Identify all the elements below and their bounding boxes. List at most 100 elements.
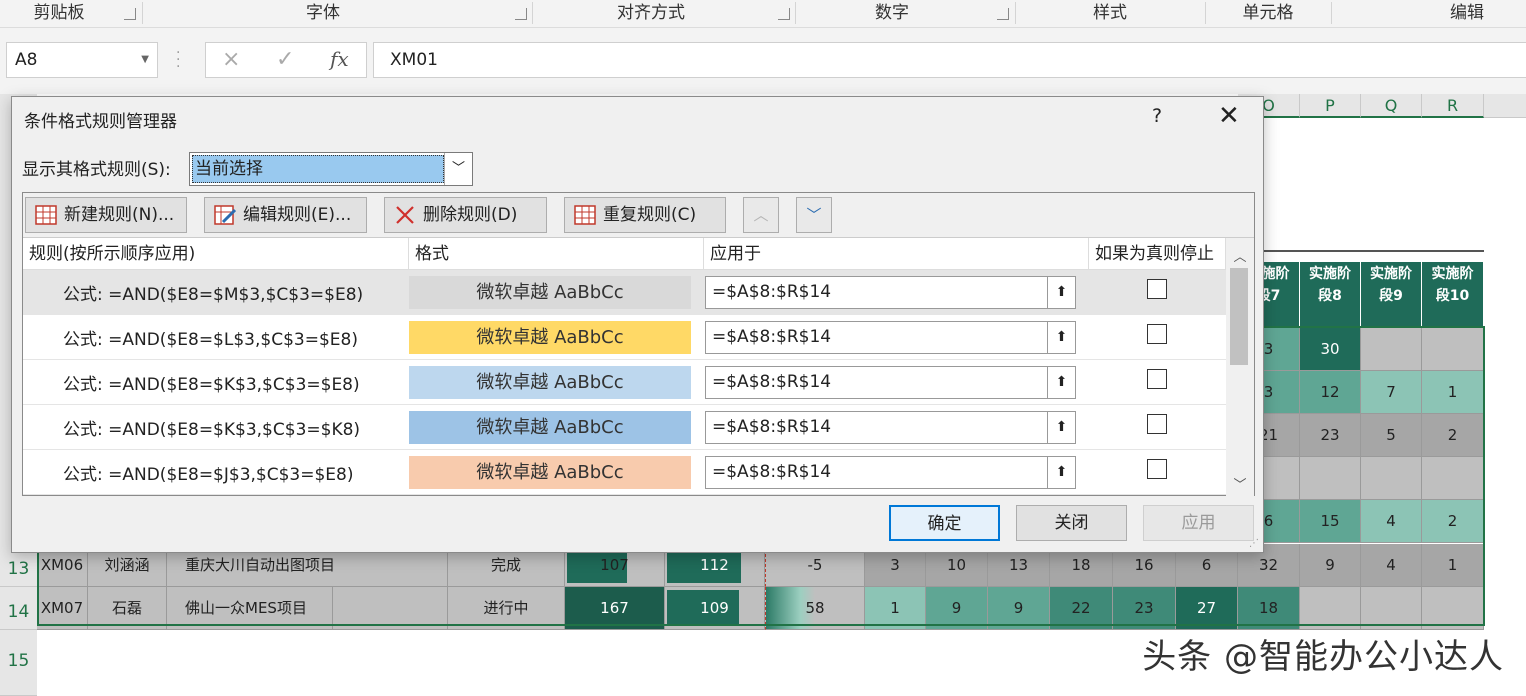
duplicate-icon bbox=[574, 205, 596, 225]
name-box[interactable]: A8 ▼ bbox=[6, 42, 158, 78]
edit-rule-button[interactable]: 编辑规则(E)... bbox=[204, 197, 367, 233]
column-header-r[interactable]: R bbox=[1422, 94, 1484, 118]
stage-cell[interactable]: 9 bbox=[926, 587, 988, 630]
grid-cell[interactable] bbox=[1361, 457, 1422, 500]
help-icon[interactable]: ? bbox=[1152, 105, 1162, 127]
ok-button[interactable]: 确定 bbox=[889, 505, 1000, 541]
grid-cell[interactable]: 2 bbox=[1422, 500, 1484, 543]
rule-applies-to-input[interactable]: =$A$8:$R$14 ⬆ bbox=[705, 411, 1076, 444]
grid-cell[interactable]: 15 bbox=[1300, 500, 1361, 543]
collapse-range-icon[interactable]: ⬆ bbox=[1047, 322, 1075, 353]
row-header-15[interactable]: 15 bbox=[0, 630, 37, 696]
grid-cell[interactable]: 23 bbox=[1300, 414, 1361, 457]
stage-cell[interactable]: 18 bbox=[1238, 587, 1300, 630]
stage-cell[interactable]: 1 bbox=[865, 587, 926, 630]
rule-condition: 公式: =AND($E8=$M$3,$C$3=$E8) bbox=[63, 285, 364, 305]
stage-cell[interactable]: 4 bbox=[1361, 544, 1422, 587]
scroll-up-icon[interactable]: ︿ bbox=[1226, 246, 1254, 265]
row14-owner[interactable]: 石磊 bbox=[88, 587, 167, 630]
drag-handle-icon[interactable]: · · · bbox=[176, 46, 180, 74]
stop-if-true-checkbox[interactable] bbox=[1147, 369, 1167, 389]
stage-cell[interactable] bbox=[1422, 587, 1484, 630]
rule-row[interactable]: 公式: =AND($E8=$K$3,$C$3=$E8) 微软卓越 AaBbCc =$… bbox=[23, 360, 1226, 405]
delete-rule-button[interactable]: 删除规则(D) bbox=[384, 197, 547, 233]
grid-cell[interactable]: 7 bbox=[1361, 371, 1422, 414]
chevron-down-icon[interactable]: ▼ bbox=[141, 43, 149, 77]
stage-cell[interactable] bbox=[1300, 587, 1361, 630]
scroll-down-icon[interactable]: ﹀ bbox=[1226, 474, 1254, 493]
rules-scrollbar[interactable]: ︿ ﹀ bbox=[1226, 238, 1254, 496]
rule-row[interactable]: 公式: =AND($E8=$J$3,$C$3=$E8) 微软卓越 AaBbCc =$… bbox=[23, 450, 1226, 495]
rule-row[interactable]: 公式: =AND($E8=$M$3,$C$3=$E8) 微软卓越 AaBbCc =$… bbox=[23, 270, 1226, 315]
apply-button[interactable]: 应用 bbox=[1143, 505, 1254, 541]
stage-cell[interactable]: 9 bbox=[988, 587, 1050, 630]
name-box-value: A8 bbox=[15, 50, 38, 70]
rule-condition: 公式: =AND($E8=$K$3,$C$3=$E8) bbox=[63, 375, 360, 395]
close-button[interactable]: 关闭 bbox=[1016, 505, 1127, 541]
move-down-icon[interactable]: ﹀ bbox=[796, 197, 832, 233]
collapse-range-icon[interactable]: ⬆ bbox=[1047, 367, 1075, 398]
stage-cell[interactable]: 1 bbox=[1422, 544, 1484, 587]
alignment-launcher-icon[interactable] bbox=[778, 8, 790, 20]
chevron-down-icon[interactable]: ﹀ bbox=[444, 153, 472, 185]
stage-header-9: 实施阶 段9 bbox=[1361, 262, 1422, 328]
clipboard-launcher-icon[interactable] bbox=[124, 8, 136, 20]
formula-input[interactable]: XM01 bbox=[373, 42, 1526, 78]
new-rule-button[interactable]: 新建规则(N)... bbox=[25, 197, 187, 233]
grid-cell[interactable]: 5 bbox=[1361, 414, 1422, 457]
grid-cell[interactable]: 2 bbox=[1422, 414, 1484, 457]
stage-cell[interactable]: 9 bbox=[1300, 544, 1361, 587]
stop-if-true-checkbox[interactable] bbox=[1147, 459, 1167, 479]
resize-grip-icon[interactable]: ⋰ bbox=[1249, 538, 1259, 549]
grid-cell[interactable] bbox=[1422, 328, 1484, 371]
rule-row[interactable]: 公式: =AND($E8=$L$3,$C$3=$E8) 微软卓越 AaBbCc =$… bbox=[23, 315, 1226, 360]
rule-row[interactable]: 公式: =AND($E8=$K$3,$C$3=$K8) 微软卓越 AaBbCc =$… bbox=[23, 405, 1226, 450]
stop-if-true-checkbox[interactable] bbox=[1147, 414, 1167, 434]
stop-if-true-checkbox[interactable] bbox=[1147, 324, 1167, 344]
stop-if-true-checkbox[interactable] bbox=[1147, 279, 1167, 299]
column-header-q[interactable]: Q bbox=[1361, 94, 1422, 118]
row-header-14[interactable]: 14 bbox=[0, 587, 37, 630]
collapse-range-icon[interactable]: ⬆ bbox=[1047, 457, 1075, 488]
rule-applies-to-input[interactable]: =$A$8:$R$14 ⬆ bbox=[705, 366, 1076, 399]
rule-applies-to-input[interactable]: =$A$8:$R$14 ⬆ bbox=[705, 456, 1076, 489]
stage-cell[interactable]: 22 bbox=[1050, 587, 1113, 630]
insert-function-icon[interactable]: fx bbox=[330, 47, 349, 71]
header-top-border bbox=[1238, 250, 1484, 252]
rule-applies-to-value: =$A$8:$R$14 bbox=[712, 417, 832, 437]
row14-status[interactable]: 进行中 bbox=[448, 587, 565, 630]
row14-blank[interactable] bbox=[333, 587, 448, 630]
col-format: 格式 bbox=[409, 238, 704, 270]
grid-cell[interactable] bbox=[1422, 457, 1484, 500]
confirm-icon[interactable]: ✓ bbox=[276, 47, 294, 72]
move-up-icon[interactable]: ︿ bbox=[743, 197, 779, 233]
font-launcher-icon[interactable] bbox=[515, 8, 527, 20]
stage-cell[interactable]: 23 bbox=[1113, 587, 1176, 630]
grid-cell[interactable]: 12 bbox=[1300, 371, 1361, 414]
duplicate-rule-button[interactable]: 重复规则(C) bbox=[564, 197, 726, 233]
row14-id[interactable]: XM07 bbox=[37, 587, 88, 630]
show-rules-label: 显示其格式规则(S): bbox=[22, 160, 171, 180]
collapse-range-icon[interactable]: ⬆ bbox=[1047, 277, 1075, 308]
cancel-icon[interactable]: × bbox=[222, 47, 240, 72]
grid-cell[interactable]: 1 bbox=[1422, 371, 1484, 414]
row14-diff[interactable]: 58 bbox=[765, 587, 865, 630]
scroll-thumb[interactable] bbox=[1230, 268, 1248, 365]
rule-applies-to-input[interactable]: =$A$8:$R$14 ⬆ bbox=[705, 321, 1076, 354]
rule-applies-to-input[interactable]: =$A$8:$R$14 ⬆ bbox=[705, 276, 1076, 309]
column-header-p[interactable]: P bbox=[1300, 94, 1361, 118]
stage-cell[interactable] bbox=[1361, 587, 1422, 630]
row14-planned[interactable]: 167 bbox=[565, 587, 665, 630]
row14-project[interactable]: 佛山一众MES项目 bbox=[167, 587, 333, 630]
show-rules-select[interactable]: 当前选择 ﹀ bbox=[189, 152, 473, 186]
stage-cell[interactable]: 27 bbox=[1176, 587, 1238, 630]
grid-cell[interactable]: 30 bbox=[1300, 328, 1361, 371]
number-launcher-icon[interactable] bbox=[997, 8, 1009, 20]
close-icon[interactable]: ✕ bbox=[1218, 101, 1240, 131]
conditional-format-rules-dialog: 条件格式规则管理器 ? ✕ 显示其格式规则(S): 当前选择 ﹀ 新建规则(N)… bbox=[11, 96, 1264, 553]
row14-actual[interactable]: 109 bbox=[665, 587, 765, 630]
grid-cell[interactable]: 4 bbox=[1361, 500, 1422, 543]
grid-cell[interactable] bbox=[1300, 457, 1361, 500]
collapse-range-icon[interactable]: ⬆ bbox=[1047, 412, 1075, 443]
grid-cell[interactable] bbox=[1361, 328, 1422, 371]
